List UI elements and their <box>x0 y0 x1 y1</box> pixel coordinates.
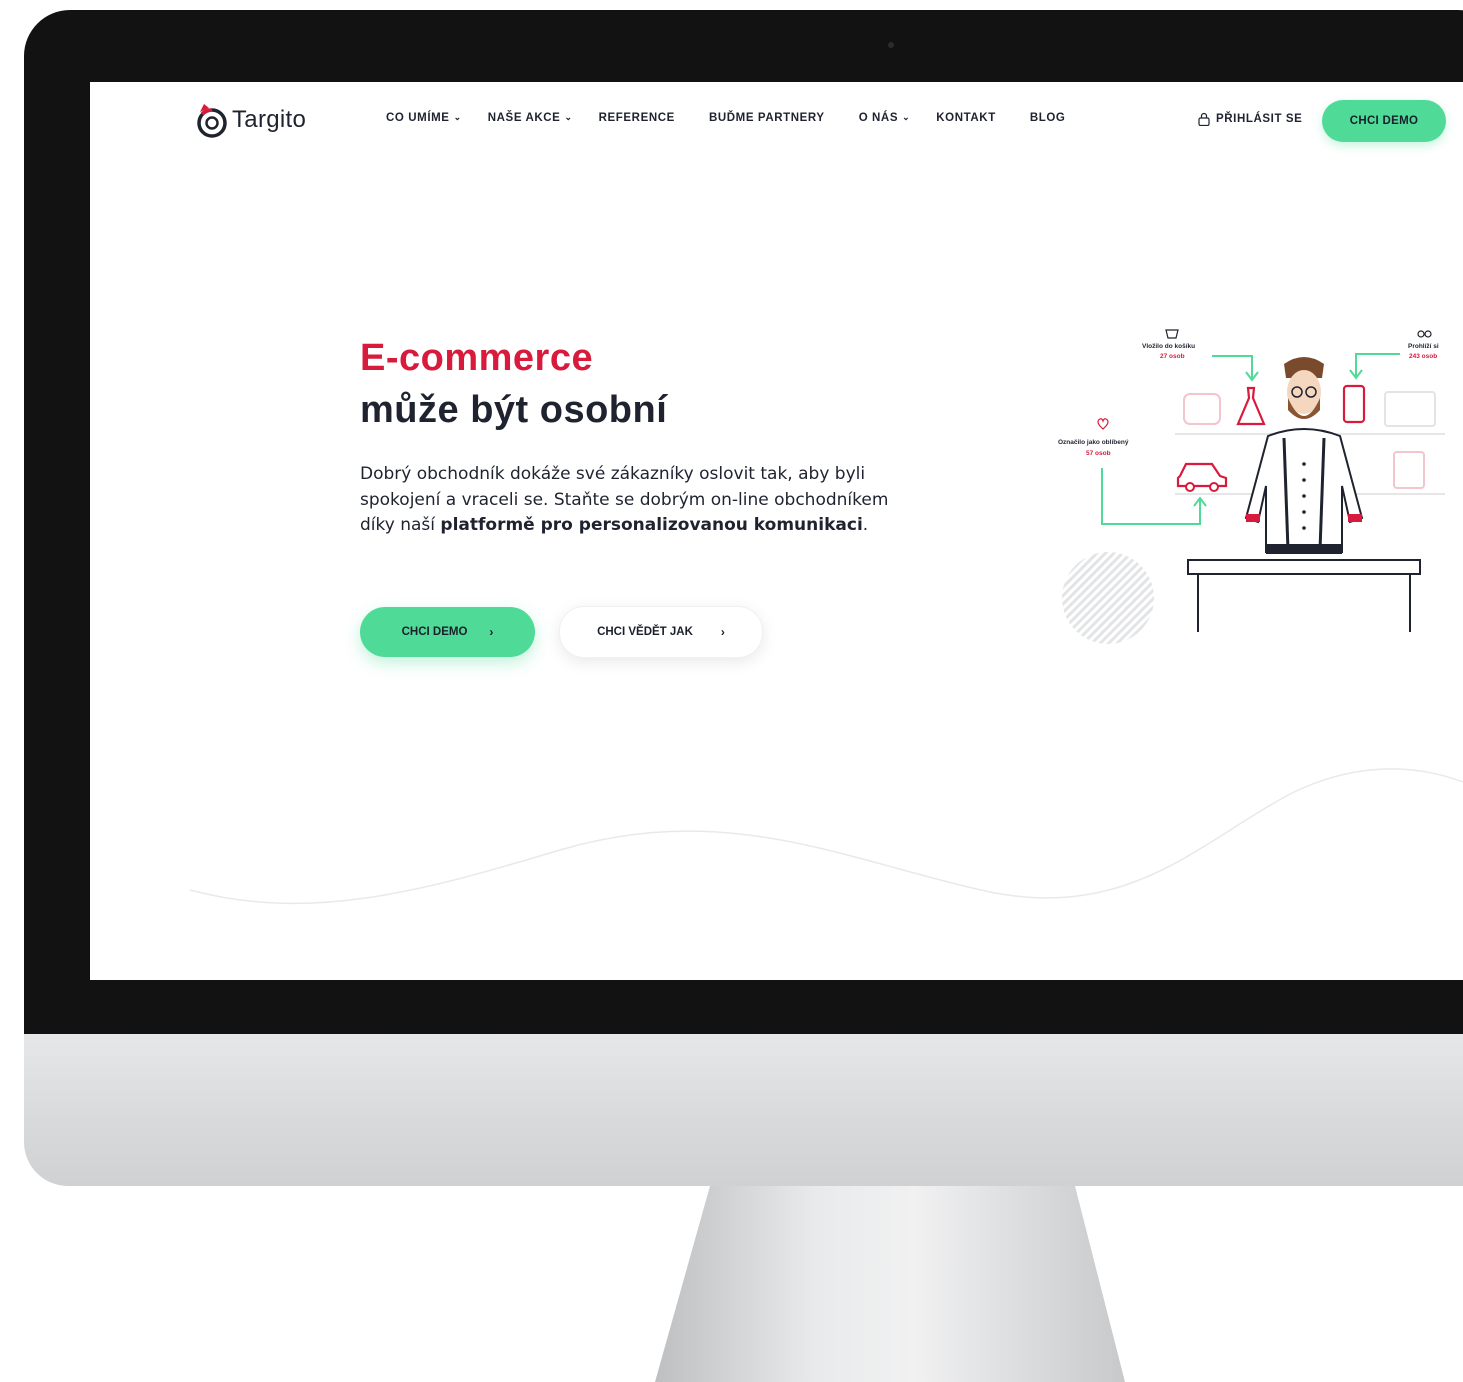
nav-label: CO UMÍME <box>386 112 450 124</box>
browser-viewport: Targito CO UMÍME ⌄ NAŠE AKCE ⌄ REFERENCE… <box>90 82 1463 980</box>
fav-label: Označilo jako oblíbený <box>1058 439 1129 446</box>
cart-icon <box>1165 329 1179 339</box>
cart-label: Vložilo do košíku <box>1142 343 1196 350</box>
nav-label: O NÁS <box>858 112 899 124</box>
lock-icon <box>1198 112 1210 126</box>
car-icon <box>1176 462 1228 488</box>
cart-count: 27 osob <box>1160 353 1185 360</box>
nav-item-reference[interactable]: REFERENCE <box>599 112 675 124</box>
nav-item-nase-akce[interactable]: NAŠE AKCE ⌄ <box>487 111 573 125</box>
hero-title-accent: E-commerce <box>360 337 594 379</box>
nav-label: BUĎME PARTNERY <box>708 112 825 124</box>
monitor-chin <box>24 1034 1463 1186</box>
hero-how-button[interactable]: CHCI VĚDĚT JAK › <box>559 606 763 658</box>
chevron-down-icon: ⌄ <box>564 111 573 122</box>
monitor-stand <box>655 1186 1125 1382</box>
coffee-machine-icon <box>1393 451 1425 489</box>
hero-cta-row: CHCI DEMO › CHCI VĚDĚT JAK › <box>360 606 763 658</box>
nav-item-blog[interactable]: BLOG <box>1030 112 1066 124</box>
view-count: 243 osob <box>1409 353 1438 360</box>
binoculars-icon <box>1417 330 1425 338</box>
phone-icon <box>1342 384 1366 424</box>
login-link[interactable]: PŘIHLÁSIT SE <box>1198 112 1302 126</box>
fav-count: 57 osob <box>1086 450 1111 457</box>
camera-dot <box>888 42 894 48</box>
main-nav: CO UMÍME ⌄ NAŠE AKCE ⌄ REFERENCE BUĎME P… <box>386 111 1099 125</box>
decor-wave <box>189 768 1463 905</box>
hero-demo-label: CHCI DEMO <box>401 626 468 638</box>
hero-title-main: může být osobní <box>360 389 668 431</box>
laptop-icon <box>1384 391 1436 427</box>
decor-circle <box>1062 552 1154 644</box>
heart-icon <box>1097 418 1109 430</box>
nav-label: BLOG <box>1029 112 1066 124</box>
nav-label: NAŠE AKCE <box>487 112 561 124</box>
chevron-right-icon: › <box>489 625 494 639</box>
logo-icon <box>197 104 227 138</box>
counter <box>1187 559 1421 575</box>
hero-section: E-commerce může být osobní Dobrý obchodn… <box>360 332 920 556</box>
chevron-down-icon: ⌄ <box>453 111 462 122</box>
logo[interactable]: Targito <box>194 100 306 140</box>
hero-lead: Dobrý obchodník dokáže své zákazníky osl… <box>360 462 905 539</box>
sofa-icon <box>1183 393 1221 425</box>
login-label: PŘIHLÁSIT SE <box>1216 113 1303 125</box>
nav-item-o-nas[interactable]: O NÁS ⌄ <box>858 111 911 125</box>
lead-end: . <box>862 515 869 535</box>
nav-item-budme-partnery[interactable]: BUĎME PARTNERY <box>709 112 825 124</box>
header-demo-button[interactable]: CHCI DEMO <box>1322 100 1446 142</box>
salesman-illustration <box>1062 329 1445 644</box>
nav-item-kontakt[interactable]: KONTAKT <box>936 112 996 124</box>
hero-demo-button[interactable]: CHCI DEMO › <box>360 607 535 657</box>
view-label: Prohlíží si <box>1408 343 1439 350</box>
hero-how-label: CHCI VĚDĚT JAK <box>597 626 693 638</box>
logo-text: Targito <box>232 106 307 133</box>
header-demo-label: CHCI DEMO <box>1349 115 1419 127</box>
nav-label: REFERENCE <box>598 112 675 124</box>
dress-icon <box>1236 386 1266 426</box>
nav-label: KONTAKT <box>936 112 996 124</box>
site-header: Targito CO UMÍME ⌄ NAŠE AKCE ⌄ REFERENCE… <box>90 82 1463 162</box>
lead-emphasis: platformě pro personalizovanou komunikac… <box>440 515 863 535</box>
nav-item-co-umime[interactable]: CO UMÍME ⌄ <box>386 111 462 125</box>
chevron-down-icon: ⌄ <box>902 111 911 122</box>
chevron-right-icon: › <box>720 625 725 639</box>
